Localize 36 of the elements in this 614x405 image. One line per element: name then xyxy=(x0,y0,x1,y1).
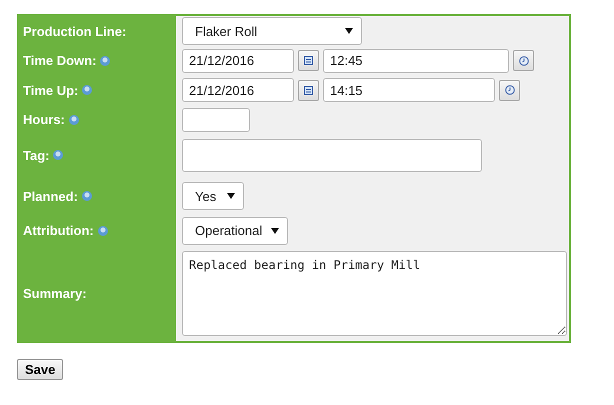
help-icon[interactable] xyxy=(53,150,64,160)
field-label: Tag: xyxy=(23,148,50,162)
time-field[interactable]: 14:15 xyxy=(323,78,495,102)
input-field[interactable] xyxy=(182,138,482,172)
date-field[interactable]: 21/12/2016 xyxy=(182,48,294,72)
summary-field[interactable]: Replaced bearing in Primary Mill xyxy=(182,250,567,336)
help-icon[interactable] xyxy=(98,226,108,236)
field-label: Time Up: xyxy=(23,82,78,98)
dropdown[interactable]: Flaker Roll xyxy=(182,17,362,45)
calendar-icon xyxy=(304,56,313,65)
dropdown[interactable]: Yes xyxy=(182,182,244,210)
field-label: Planned: xyxy=(23,188,78,204)
clock-button[interactable] xyxy=(499,80,520,100)
field-label: Hours: xyxy=(23,112,65,127)
clock-icon xyxy=(504,85,514,95)
clock-button[interactable] xyxy=(513,50,534,71)
date-field[interactable]: 21/12/2016 xyxy=(182,78,294,102)
calendar-button[interactable] xyxy=(298,80,319,100)
time-field[interactable]: 12:45 xyxy=(323,48,509,72)
save-button[interactable]: Save xyxy=(17,359,64,380)
caret-icon xyxy=(271,228,279,234)
dropdown[interactable]: Operational xyxy=(182,216,288,244)
field-label: Time Down: xyxy=(23,53,96,68)
field-label: Attribution: xyxy=(23,223,94,238)
help-icon[interactable] xyxy=(68,114,79,124)
help-icon[interactable] xyxy=(82,191,92,201)
clock-icon xyxy=(518,56,528,66)
field-label: Summary: xyxy=(23,286,87,300)
calendar-icon xyxy=(304,86,313,94)
calendar-button[interactable] xyxy=(298,50,319,71)
caret-icon xyxy=(345,28,353,34)
help-icon[interactable] xyxy=(100,56,110,66)
caret-icon xyxy=(227,193,235,199)
help-icon[interactable] xyxy=(82,85,92,95)
input-field[interactable] xyxy=(182,108,250,132)
field-label: Production Line: xyxy=(23,24,126,38)
